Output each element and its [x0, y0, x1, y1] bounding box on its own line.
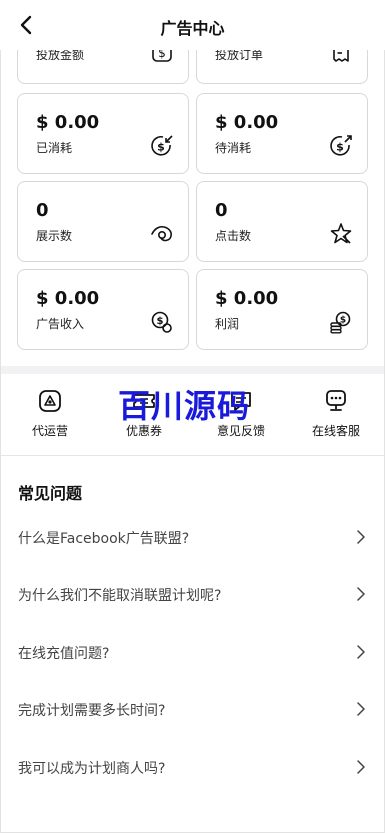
tool-label: 在线客服 [311, 424, 360, 438]
dollar-arrow-in-icon: $ [151, 135, 173, 156]
feedback-icon [231, 392, 251, 411]
faq-item[interactable]: 我可以成为计划商人吗? [0, 746, 385, 790]
stat-label: 已消耗 [36, 141, 73, 155]
stats-grid: 投放金额 $ 投放订单 $ 0.00 已消耗 $ $ 0.00 待消耗 $ 0 … [0, 50, 385, 358]
tool-shortcuts: 代运营 优惠券 意见反馈 在线客服 [0, 378, 385, 452]
stat-value: $ 0.00 [215, 288, 279, 309]
eye-icon [151, 225, 172, 242]
receipt-icon [333, 50, 349, 62]
header-bar: 广告中心 [0, 0, 385, 50]
faq-item[interactable]: 什么是Facebook广告联盟? [0, 516, 385, 560]
stat-label: 点击数 [215, 229, 252, 243]
faq-item[interactable]: 在线充值问题? [0, 631, 385, 675]
chevron-right-icon [357, 760, 365, 774]
stat-value: 0 [36, 200, 49, 221]
svg-text:$: $ [157, 316, 164, 327]
faq-question: 什么是Facebook广告联盟? [18, 531, 190, 547]
stat-card-ad-income[interactable]: $ 0.00 广告收入 $ [17, 269, 189, 350]
stat-card-clicks[interactable]: 0 点击数 [196, 181, 368, 262]
dollar-square-icon: $ [152, 50, 172, 62]
customer-service-icon [326, 390, 346, 411]
dollar-arrow-out-icon: $ [330, 135, 352, 156]
faq-heading: 常见问题 [18, 484, 83, 503]
stat-value: $ 0.00 [215, 112, 279, 133]
faq-item[interactable]: 为什么我们不能取消联盟计划呢? [0, 573, 385, 617]
chevron-right-icon [357, 702, 365, 716]
tool-feedback[interactable]: 意见反馈 [198, 388, 284, 448]
svg-text:$: $ [336, 141, 344, 154]
money-stack-icon: $ [330, 311, 351, 334]
tool-label: 优惠券 [125, 424, 162, 438]
stat-label: 利润 [215, 317, 240, 331]
stat-value: 0 [215, 200, 228, 221]
stat-value: $ 0.00 [36, 112, 100, 133]
star-click-icon [330, 223, 352, 244]
tool-coupon[interactable]: 优惠券 [101, 388, 187, 448]
stat-card-orders[interactable]: 投放订单 [196, 50, 368, 84]
faq-item[interactable]: 完成计划需要多长时间? [0, 688, 385, 732]
svg-text:$: $ [157, 141, 165, 154]
stat-value: $ 0.00 [36, 288, 100, 309]
stat-card-impressions[interactable]: 0 展示数 [17, 181, 189, 262]
stat-label: 展示数 [36, 229, 73, 243]
section-gap [0, 366, 385, 374]
chevron-right-icon [357, 587, 365, 601]
agency-icon [39, 390, 61, 412]
faq-question: 我可以成为计划商人吗? [18, 761, 166, 777]
stat-label: 待消耗 [215, 141, 252, 155]
coupon-icon [133, 394, 155, 408]
tool-agency[interactable]: 代运营 [7, 388, 93, 448]
tool-label: 意见反馈 [216, 424, 265, 438]
page-title: 广告中心 [160, 19, 225, 38]
stat-label: 投放金额 [36, 50, 85, 62]
coins-icon: $ [151, 311, 172, 333]
stat-card-profit[interactable]: $ 0.00 利润 $ [196, 269, 368, 350]
faq-question: 完成计划需要多长时间? [18, 703, 166, 719]
stat-card-spend-amount[interactable]: 投放金额 $ [17, 50, 189, 84]
tool-customer-service[interactable]: 在线客服 [293, 388, 379, 448]
faq-question: 为什么我们不能取消联盟计划呢? [18, 588, 222, 604]
faq-question: 在线充值问题? [18, 646, 110, 662]
stat-card-pending[interactable]: $ 0.00 待消耗 $ [196, 93, 368, 174]
svg-text:$: $ [158, 50, 166, 60]
stat-card-consumed[interactable]: $ 0.00 已消耗 $ [17, 93, 189, 174]
tool-label: 代运营 [31, 424, 68, 438]
chevron-right-icon [357, 530, 365, 544]
chevron-right-icon [357, 645, 365, 659]
stat-label: 广告收入 [36, 317, 85, 331]
stat-label: 投放订单 [215, 50, 264, 62]
divider [0, 455, 385, 456]
